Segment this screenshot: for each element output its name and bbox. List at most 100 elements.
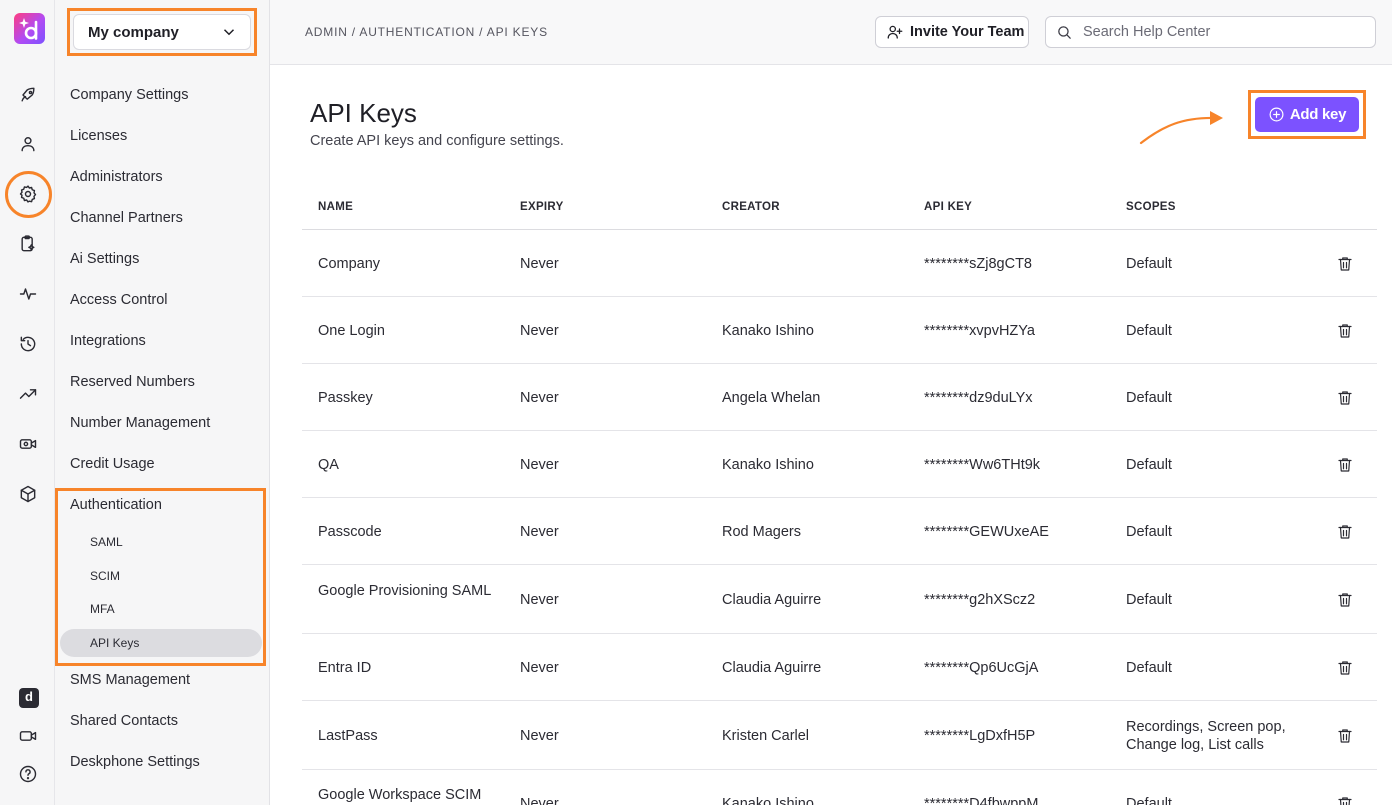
column-header-scopes[interactable]: SCOPES <box>1126 201 1176 213</box>
sidebar-subitem-scim[interactable]: SCIM <box>90 569 120 583</box>
top-bar: ADMIN / AUTHENTICATION / API KEYS Invite… <box>270 0 1392 65</box>
table-header: NAME EXPIRY CREATOR API KEY SCOPES <box>302 186 1377 230</box>
sidebar-item-licenses[interactable]: Licenses <box>70 128 127 144</box>
rocket-icon[interactable] <box>17 84 39 106</box>
company-selector[interactable]: My company <box>73 14 251 50</box>
trash-icon[interactable] <box>1336 523 1354 541</box>
cell-name: Google Workspace SCIM <box>318 786 482 803</box>
cell-name: Passcode <box>318 523 382 540</box>
table-row[interactable]: Google Workspace SCIM Never Kanako Ishino *… <box>302 770 1377 805</box>
cell-expiry: Never <box>520 591 559 608</box>
breadcrumb: ADMIN / AUTHENTICATION / API KEYS <box>305 25 548 39</box>
cell-expiry: Never <box>520 795 559 805</box>
cell-scopes: Default <box>1126 591 1172 608</box>
table-row[interactable]: QA Never Kanako Ishino ********Ww6THt9k Defa… <box>302 431 1377 498</box>
cell-name: LastPass <box>318 727 378 744</box>
cell-name: QA <box>318 456 339 473</box>
cell-scopes: Default <box>1126 523 1172 540</box>
company-selector-highlight: My company <box>67 8 257 56</box>
invite-team-button[interactable]: Invite Your Team <box>875 16 1029 48</box>
help-icon[interactable] <box>17 763 39 785</box>
sidebar-item-credit-usage[interactable]: Credit Usage <box>70 456 155 472</box>
sidebar-item-number-management[interactable]: Number Management <box>70 415 210 431</box>
table-row[interactable]: Passcode Never Rod Magers ********GEWUxeAE D… <box>302 498 1377 565</box>
trash-icon[interactable] <box>1336 456 1354 474</box>
column-header-api-key[interactable]: API KEY <box>924 201 972 213</box>
cell-key: ********g2hXScz2 <box>924 591 1036 608</box>
add-key-button[interactable]: Add key <box>1255 97 1359 132</box>
table-row[interactable]: Entra ID Never Claudia Aguirre ********Qp6U… <box>302 634 1377 701</box>
cell-creator: Claudia Aguirre <box>722 659 822 676</box>
add-key-highlight: Add key <box>1248 90 1366 139</box>
cell-scopes: Default <box>1126 322 1172 339</box>
sidebar-item-reserved-numbers[interactable]: Reserved Numbers <box>70 374 195 390</box>
sidebar-item-access-control[interactable]: Access Control <box>70 292 168 308</box>
table-row[interactable]: Google Provisioning SAML Never Claudia Agu… <box>302 565 1377 634</box>
trash-icon[interactable] <box>1336 389 1354 407</box>
sidebar-subitem-mfa[interactable]: MFA <box>90 602 115 616</box>
history-icon[interactable] <box>17 333 39 355</box>
table-row[interactable]: Passkey Never Angela Whelan ********dz9duLY… <box>302 364 1377 431</box>
cell-creator: Kanako Ishino <box>722 456 814 473</box>
help-search <box>1045 16 1376 48</box>
cell-scopes: Default <box>1126 795 1172 805</box>
column-header-expiry[interactable]: EXPIRY <box>520 201 564 213</box>
sidebar-subitem-api-keys[interactable]: API Keys <box>90 636 139 650</box>
table-row[interactable]: Company Never ********sZj8gCT8 Default <box>302 230 1377 297</box>
sidebar-item-ai-settings[interactable]: Ai Settings <box>70 251 139 267</box>
invite-team-label: Invite Your Team <box>910 24 1025 40</box>
table-row[interactable]: LastPass Never Kristen Carlel ********LgDxf… <box>302 701 1377 770</box>
cell-expiry: Never <box>520 322 559 339</box>
box-icon[interactable] <box>17 483 39 505</box>
cell-key: ********LgDxfH5P <box>924 727 1036 744</box>
search-input[interactable] <box>1083 24 1363 40</box>
cell-creator: Kanako Ishino <box>722 322 814 339</box>
cell-creator: Rod Magers <box>722 523 801 540</box>
column-header-creator[interactable]: CREATOR <box>722 201 780 213</box>
user-icon[interactable] <box>17 133 39 155</box>
trash-icon[interactable] <box>1336 255 1354 273</box>
dialpad-logo-icon[interactable]: d <box>19 688 39 708</box>
chevron-down-icon <box>223 29 235 36</box>
cell-name: Company <box>318 255 381 272</box>
cell-scopes: Recordings, Screen pop, Change log, List… <box>1126 718 1286 753</box>
cell-key: ********xvpvHZYa <box>924 322 1035 339</box>
clipboard-sparkle-icon[interactable] <box>17 233 39 255</box>
trash-icon[interactable] <box>1336 659 1354 677</box>
cell-scopes: Default <box>1126 659 1172 676</box>
company-selector-label: My company <box>88 23 179 41</box>
cell-name: One Login <box>318 322 385 339</box>
cell-name: Google Provisioning SAML <box>318 582 492 599</box>
table-row[interactable]: One Login Never Kanako Ishino ********xvpvH… <box>302 297 1377 364</box>
column-header-name[interactable]: NAME <box>318 201 353 213</box>
sidebar-item-deskphone-settings[interactable]: Deskphone Settings <box>70 754 200 770</box>
video-settings-icon[interactable] <box>17 433 39 455</box>
page-subtitle: Create API keys and configure settings. <box>310 133 564 149</box>
cell-creator: Kristen Carlel <box>722 727 810 744</box>
cell-key: ********GEWUxeAE <box>924 523 1049 540</box>
video-icon[interactable] <box>17 725 39 747</box>
cell-expiry: Never <box>520 659 559 676</box>
sidebar-item-channel-partners[interactable]: Channel Partners <box>70 210 183 226</box>
trash-icon[interactable] <box>1336 795 1354 805</box>
sidebar-item-administrators[interactable]: Administrators <box>70 169 163 185</box>
dialpad-logo[interactable] <box>14 13 45 44</box>
sidebar-item-company-settings[interactable]: Company Settings <box>70 87 188 103</box>
trash-icon[interactable] <box>1336 727 1354 745</box>
sidebar-subitem-saml[interactable]: SAML <box>90 535 123 549</box>
gear-icon[interactable] <box>17 183 39 205</box>
sidebar-item-sms-management[interactable]: SMS Management <box>70 672 190 688</box>
sidebar-item-shared-contacts[interactable]: Shared Contacts <box>70 713 178 729</box>
sidebar-item-integrations[interactable]: Integrations <box>70 333 146 349</box>
add-key-label: Add key <box>1289 106 1347 123</box>
search-icon <box>1058 25 1071 39</box>
cell-creator: Kanako Ishino <box>722 795 814 805</box>
activity-icon[interactable] <box>17 283 39 305</box>
sidebar-item-authentication[interactable]: Authentication <box>70 497 162 513</box>
cell-creator: Claudia Aguirre <box>722 591 822 608</box>
trash-icon[interactable] <box>1336 591 1354 609</box>
trash-icon[interactable] <box>1336 322 1354 340</box>
cell-creator: Angela Whelan <box>722 389 821 406</box>
trending-up-icon[interactable] <box>17 383 39 405</box>
cell-key: ********Ww6THt9k <box>924 456 1041 473</box>
